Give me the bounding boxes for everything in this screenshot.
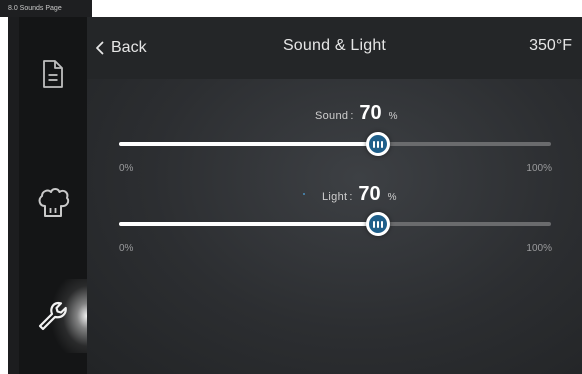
- sound-separator: :: [350, 110, 354, 122]
- light-label: Light: [322, 191, 348, 203]
- sound-slider-thumb[interactable]: [366, 132, 391, 156]
- light-slider-fill: [119, 222, 379, 226]
- light-max-label: 100%: [526, 243, 552, 254]
- light-slider[interactable]: [119, 212, 551, 236]
- light-separator: :: [349, 191, 353, 203]
- sound-label: Sound: [315, 110, 349, 122]
- sound-min-label: 0%: [119, 163, 134, 174]
- page-label: 8.0 Sounds Page: [0, 0, 92, 17]
- document-icon: [43, 60, 63, 88]
- light-readout: Light : 70 %: [315, 183, 397, 209]
- light-setting: Light : 70 % 0% 100%: [87, 17, 582, 254]
- sidebar-item-settings[interactable]: [19, 279, 87, 353]
- sound-slider[interactable]: [119, 132, 551, 156]
- sidebar: [8, 17, 87, 374]
- light-unit: %: [387, 192, 397, 203]
- oven-screen: Back Sound & Light 350°F Sound : 70 % 0%…: [8, 17, 582, 374]
- grip-icon: [373, 220, 384, 228]
- light-min-label: 0%: [119, 243, 134, 254]
- sound-max-label: 100%: [526, 163, 552, 174]
- sidebar-item-cooking[interactable]: [19, 165, 87, 239]
- light-value: 70: [358, 183, 381, 205]
- sidebar-strip: [8, 17, 19, 374]
- grip-icon: [373, 140, 384, 148]
- sound-unit: %: [388, 111, 398, 122]
- light-slider-thumb[interactable]: [366, 212, 391, 236]
- wrench-icon: [38, 301, 67, 331]
- indicator-dot: [303, 193, 305, 195]
- main-panel: Back Sound & Light 350°F Sound : 70 % 0%…: [87, 17, 582, 374]
- sound-slider-fill: [119, 142, 379, 146]
- sidebar-item-recipes[interactable]: [19, 37, 87, 111]
- chef-hat-icon: [38, 188, 70, 217]
